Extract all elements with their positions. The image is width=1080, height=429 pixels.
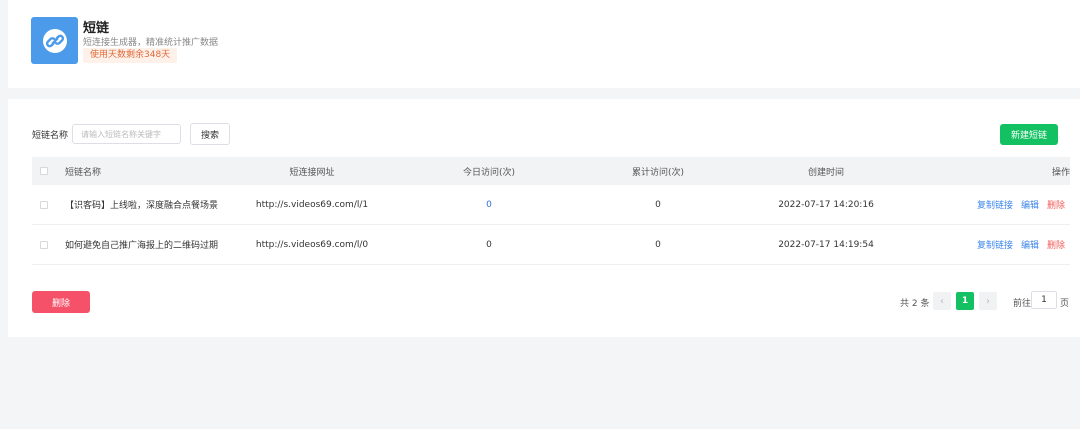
- column-header-total: 累计访问(次): [631, 167, 685, 178]
- link-icon: [42, 28, 67, 53]
- row-actions: 复制链接 编辑 删除: [977, 185, 1065, 224]
- chevron-right-icon: ›: [986, 295, 990, 307]
- row-today-visits: 0: [486, 239, 492, 250]
- row-today-visits: 0: [486, 199, 492, 210]
- copy-link-button[interactable]: 复制链接: [977, 238, 1013, 251]
- search-button[interactable]: 搜索: [190, 123, 230, 145]
- row-url: http://s.videos69.com/l/1: [255, 199, 369, 210]
- column-header-actions: 操作: [1051, 167, 1070, 178]
- chevron-left-icon: ‹: [940, 295, 944, 307]
- row-checkbox[interactable]: [40, 240, 48, 249]
- app-logo: [31, 17, 78, 64]
- row-name: 如何避免自己推广海报上的二维码过期: [65, 241, 219, 251]
- delete-row-button[interactable]: 删除: [1047, 198, 1065, 211]
- edit-button[interactable]: 编辑: [1021, 238, 1039, 251]
- copy-link-button[interactable]: 复制链接: [977, 198, 1013, 211]
- app-description: 短连接生成器，精准统计推广数据: [83, 38, 219, 48]
- column-header-url: 短连接网址: [289, 167, 335, 178]
- row-checkbox[interactable]: [40, 200, 48, 209]
- page-unit-label: 页: [1060, 299, 1070, 309]
- page-number-button[interactable]: 1: [956, 292, 974, 310]
- row-name: 【识客码】上线啦，深度融合点餐场景: [65, 201, 219, 211]
- table-row: 【识客码】上线啦，深度融合点餐场景 http://s.videos69.com/…: [32, 185, 1070, 225]
- new-short-link-button[interactable]: 新建短链: [1000, 124, 1058, 145]
- select-all-checkbox[interactable]: [40, 167, 48, 175]
- row-created-time: 2022-07-17 14:19:54: [778, 239, 874, 250]
- edit-button[interactable]: 编辑: [1021, 198, 1039, 211]
- delete-row-button[interactable]: 删除: [1047, 238, 1065, 251]
- column-header-name: 短链名称: [65, 167, 102, 178]
- app-title: 短链: [83, 21, 110, 36]
- table-row: 如何避免自己推广海报上的二维码过期 http://s.videos69.com/…: [32, 225, 1070, 265]
- row-url: http://s.videos69.com/l/0: [255, 239, 369, 250]
- goto-page-input[interactable]: [1031, 291, 1057, 309]
- app-header-card: 短链 短连接生成器，精准统计推广数据 使用天数剩余348天: [8, 0, 1080, 88]
- row-select-cell: [40, 185, 48, 224]
- short-link-table: 短链名称 短连接网址 今日访问(次) 累计访问(次) 创建时间 操作 【识客码】…: [32, 157, 1070, 265]
- row-actions: 复制链接 编辑 删除: [977, 225, 1065, 264]
- usage-days-badge: 使用天数剩余348天: [83, 48, 178, 63]
- prev-page-button[interactable]: ‹: [933, 292, 951, 310]
- row-created-time: 2022-07-17 14:20:16: [778, 199, 874, 210]
- short-link-list-card: 短链名称 搜索 新建短链 短链名称 短连接网址 今日访问(次) 累计访问(次) …: [8, 99, 1080, 337]
- next-page-button[interactable]: ›: [979, 292, 997, 310]
- row-total-visits: 0: [655, 199, 661, 210]
- bulk-delete-button[interactable]: 删除: [32, 291, 90, 313]
- select-all-cell: [40, 157, 48, 185]
- column-header-created: 创建时间: [807, 167, 844, 178]
- row-select-cell: [40, 225, 48, 264]
- column-header-today: 今日访问(次): [462, 167, 516, 178]
- search-input[interactable]: [72, 124, 181, 144]
- row-total-visits: 0: [655, 239, 661, 250]
- table-header: 短链名称 短连接网址 今日访问(次) 累计访问(次) 创建时间 操作: [32, 157, 1070, 185]
- pagination-total: 共 2 条: [900, 299, 930, 309]
- filter-label: 短链名称: [32, 131, 69, 141]
- goto-label: 前往: [1013, 299, 1032, 309]
